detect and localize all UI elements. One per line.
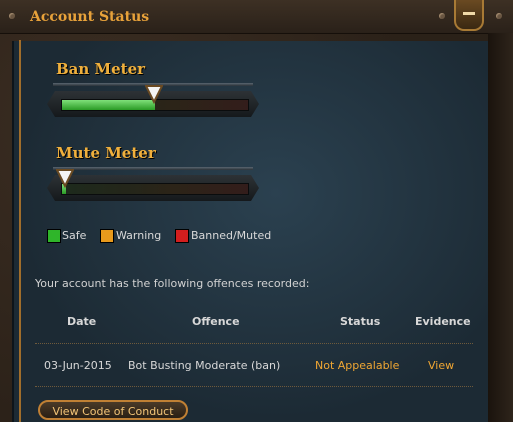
collapse-button[interactable] (454, 0, 484, 31)
legend-safe-label: Safe (62, 229, 87, 242)
panel-header: Account Status (0, 0, 513, 34)
minus-icon (463, 12, 475, 15)
legend-safe-swatch (47, 229, 61, 243)
offence-date: 03-Jun-2015 (44, 359, 112, 372)
column-header-status: Status (340, 315, 381, 328)
mute-meter-marker-icon (56, 169, 74, 189)
legend-warning-label: Warning (116, 229, 162, 242)
offence-status: Not Appealable (315, 359, 400, 372)
rivet-icon (496, 13, 502, 19)
ban-meter (47, 83, 259, 117)
mute-meter (47, 167, 259, 201)
ban-meter-title: Ban Meter (56, 60, 146, 78)
panel-right-edge (488, 33, 513, 422)
legend-banned-label: Banned/Muted (191, 229, 272, 242)
column-header-offence: Offence (192, 315, 240, 328)
ban-meter-marker-icon (145, 85, 163, 105)
column-header-date: Date (67, 315, 97, 328)
view-evidence-link[interactable]: View (428, 359, 454, 372)
rivet-icon (9, 13, 15, 19)
view-code-of-conduct-button[interactable]: View Code of Conduct (38, 400, 188, 420)
offences-intro: Your account has the following offences … (35, 277, 310, 290)
ban-meter-fill (62, 100, 155, 110)
panel-border-line (19, 40, 21, 422)
rivet-icon (439, 13, 445, 19)
mute-meter-title: Mute Meter (56, 144, 156, 162)
legend-warning-swatch (100, 229, 114, 243)
panel-title: Account Status (30, 9, 150, 25)
offence-name: Bot Busting Moderate (ban) (128, 359, 281, 372)
table-divider (35, 386, 473, 388)
table-divider (35, 343, 473, 345)
column-header-evidence: Evidence (415, 315, 471, 328)
legend-banned-swatch (175, 229, 189, 243)
